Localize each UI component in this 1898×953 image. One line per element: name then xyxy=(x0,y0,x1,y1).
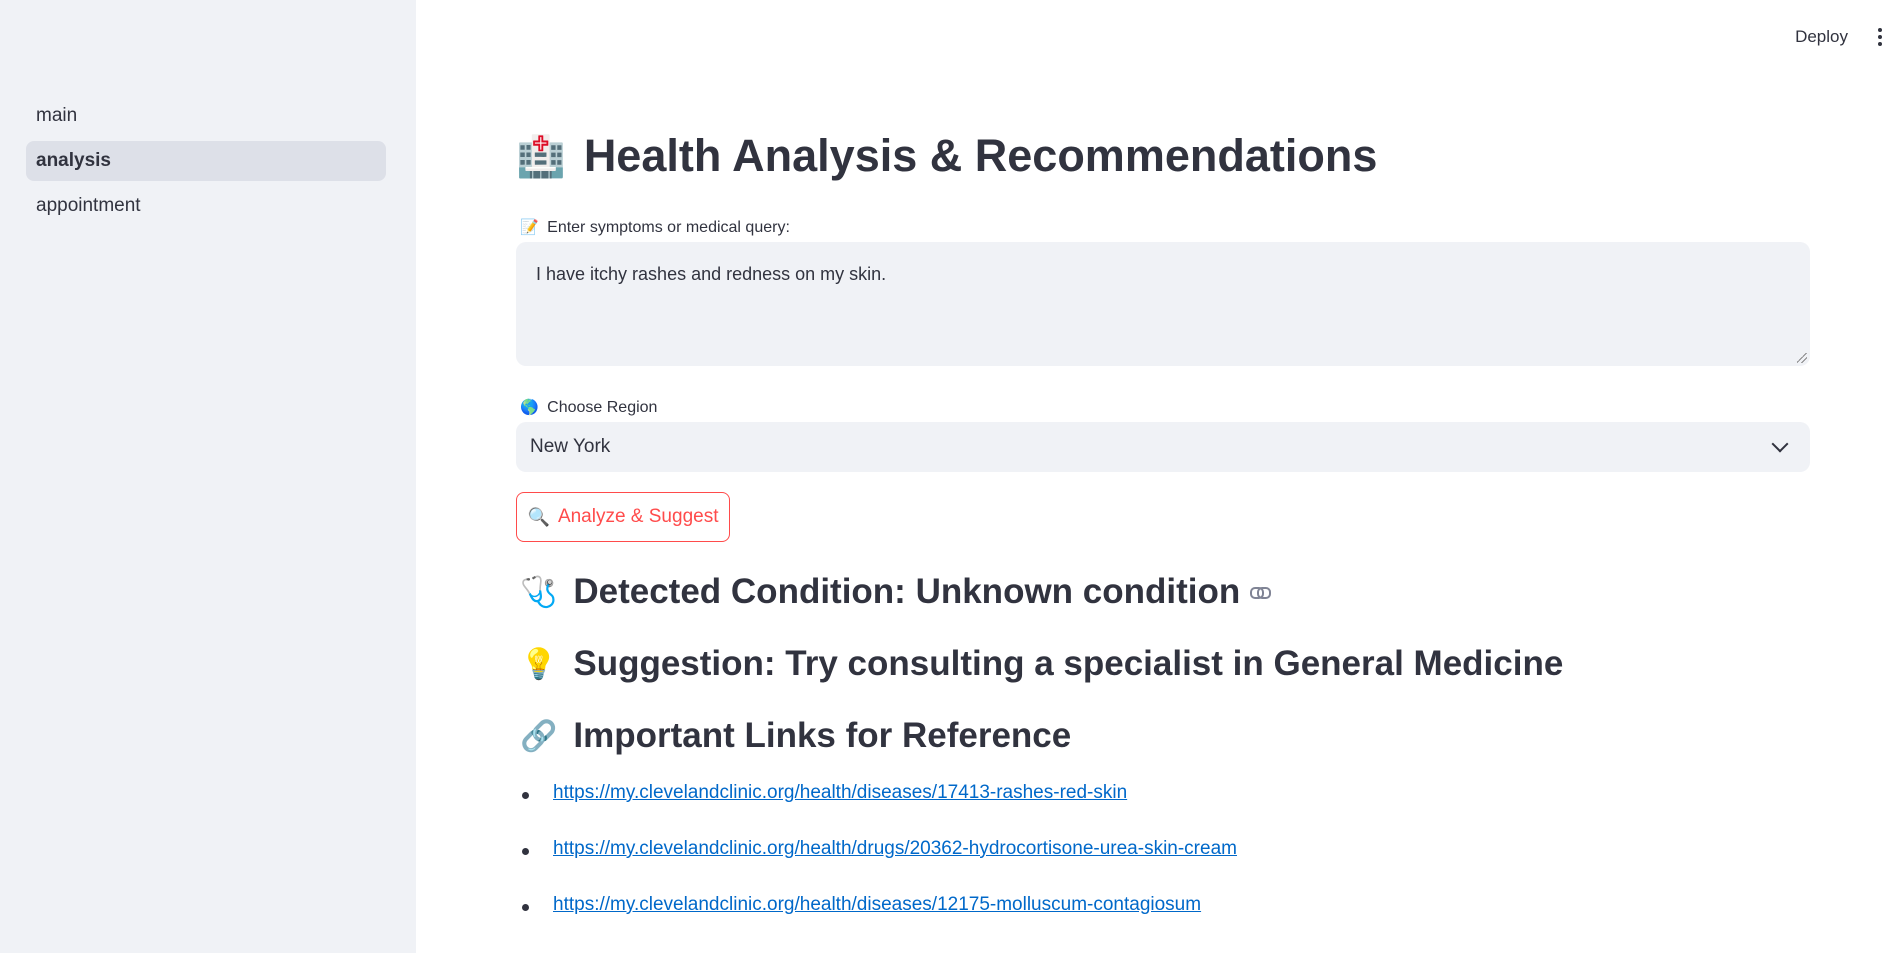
condition-heading-text: Detected Condition: Unknown condition xyxy=(573,572,1241,611)
region-label-text: Choose Region xyxy=(547,399,658,416)
sidebar: main analysis appointment xyxy=(0,0,416,953)
lightbulb-icon: 💡 xyxy=(520,646,558,682)
region-select[interactable]: New York xyxy=(516,422,1810,472)
condition-heading: 🩺 Detected Condition: Unknown condition xyxy=(520,572,1272,612)
page-title-text: Health Analysis & Recommendations xyxy=(583,130,1378,181)
list-item: https://my.clevelandclinic.org/health/di… xyxy=(516,894,1237,950)
link-icon: 🔗 xyxy=(520,718,558,754)
deploy-button[interactable]: Deploy xyxy=(1795,27,1848,47)
sidebar-item-main[interactable]: main xyxy=(26,96,386,136)
header-toolbar: Deploy xyxy=(1795,22,1898,52)
hospital-icon: 🏥 xyxy=(516,133,566,180)
magnifier-icon: 🔍 xyxy=(527,506,550,528)
sidebar-item-appointment[interactable]: appointment xyxy=(26,186,386,226)
reference-link[interactable]: https://my.clevelandclinic.org/health/di… xyxy=(553,894,1201,916)
list-item: https://my.clevelandclinic.org/health/di… xyxy=(516,782,1237,838)
region-select-value: New York xyxy=(530,436,611,457)
sidebar-item-analysis[interactable]: analysis xyxy=(26,141,386,181)
sidebar-nav: main analysis appointment xyxy=(26,96,386,231)
query-label-text: Enter symptoms or medical query: xyxy=(547,219,790,236)
links-heading-text: Important Links for Reference xyxy=(573,716,1072,755)
bullet-icon xyxy=(522,792,529,799)
chevron-down-icon xyxy=(1771,435,1789,453)
app: main analysis appointment Deploy 🏥 Healt… xyxy=(0,0,1898,953)
symptoms-input[interactable]: I have itchy rashes and redness on my sk… xyxy=(516,242,1810,366)
links-heading: 🔗 Important Links for Reference xyxy=(520,716,1071,756)
list-item: https://my.clevelandclinic.org/health/dr… xyxy=(516,838,1237,894)
memo-icon: 📝 xyxy=(520,218,539,236)
symptoms-input-value: I have itchy rashes and redness on my sk… xyxy=(536,264,887,284)
analyze-button-label: Analyze & Suggest xyxy=(557,506,719,527)
reference-links-list: https://my.clevelandclinic.org/health/di… xyxy=(516,782,1237,950)
suggestion-heading-text: Suggestion: Try consulting a specialist … xyxy=(573,644,1564,683)
anchor-link-icon[interactable] xyxy=(1250,586,1272,599)
suggestion-heading: 💡 Suggestion: Try consulting a specialis… xyxy=(520,644,1563,684)
query-label: 📝 Enter symptoms or medical query: xyxy=(520,218,790,237)
stethoscope-icon: 🩺 xyxy=(520,574,558,610)
kebab-menu-icon[interactable] xyxy=(1870,22,1890,52)
region-label: 🌎 Choose Region xyxy=(520,398,657,417)
reference-link[interactable]: https://my.clevelandclinic.org/health/dr… xyxy=(553,838,1237,860)
page-title: 🏥 Health Analysis & Recommendations xyxy=(516,130,1377,182)
bullet-icon xyxy=(522,848,529,855)
reference-link[interactable]: https://my.clevelandclinic.org/health/di… xyxy=(553,782,1127,804)
bullet-icon xyxy=(522,904,529,911)
globe-icon: 🌎 xyxy=(520,398,539,416)
resize-grip-icon[interactable] xyxy=(1797,353,1807,363)
analyze-button[interactable]: 🔍 Analyze & Suggest xyxy=(516,492,730,542)
